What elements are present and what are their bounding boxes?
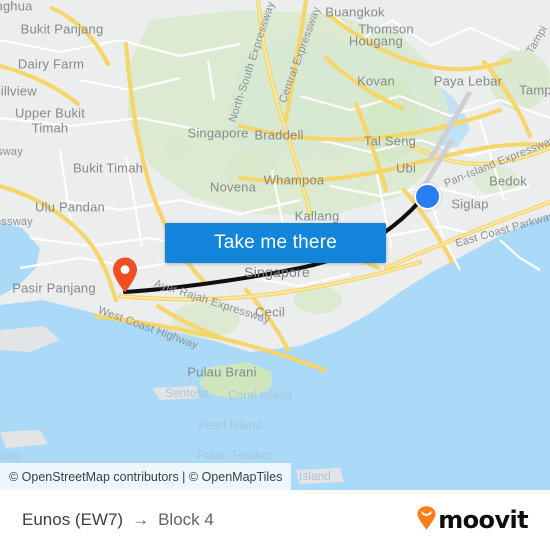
arrow-right-icon: → [132,510,150,529]
take-me-there-button[interactable]: Take me there [165,223,386,263]
moovit-logo[interactable]: moovit [417,505,529,535]
destination-dot-marker[interactable] [414,183,441,210]
origin-pin-marker[interactable] [112,257,138,293]
moovit-wordmark: moovit [438,506,528,534]
footer-bar: Eunos (EW7) → Block 4 moovit [0,490,550,550]
route-destination-label: Block 4 [158,510,214,529]
moovit-route-card: nghuaBukit PanjangThomsonBuangkokHougang… [0,0,550,550]
route-summary: Eunos (EW7) → Block 4 [22,510,214,530]
route-origin-label: Eunos (EW7) [22,510,124,529]
map-attribution[interactable]: © OpenStreetMap contributors | © OpenMap… [0,463,292,490]
map-canvas[interactable]: nghuaBukit PanjangThomsonBuangkokHougang… [0,0,550,490]
moovit-pin-icon [417,505,436,535]
